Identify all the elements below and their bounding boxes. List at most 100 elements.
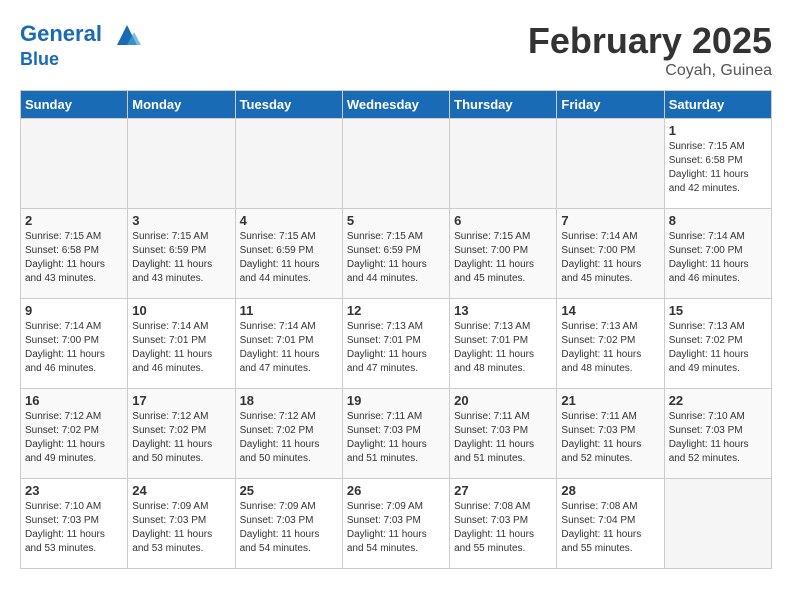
day-number: 23 xyxy=(25,483,123,498)
day-number: 24 xyxy=(132,483,230,498)
day-info: Sunrise: 7:13 AMSunset: 7:02 PMDaylight:… xyxy=(561,320,659,376)
calendar-header-saturday: Saturday xyxy=(664,91,771,119)
calendar-week-row: 23 Sunrise: 7:10 AMSunset: 7:03 PMDayligh… xyxy=(21,479,772,569)
calendar-cell: 18 Sunrise: 7:12 AMSunset: 7:02 PMDayligh… xyxy=(235,389,342,479)
day-number: 8 xyxy=(669,213,767,228)
day-number: 9 xyxy=(25,303,123,318)
logo-icon xyxy=(112,20,142,50)
day-number: 18 xyxy=(240,393,338,408)
calendar-week-row: 1 Sunrise: 7:15 AMSunset: 6:58 PMDaylight… xyxy=(21,119,772,209)
calendar-cell xyxy=(342,119,449,209)
calendar-cell xyxy=(21,119,128,209)
logo: General Blue xyxy=(20,20,142,70)
day-info: Sunrise: 7:09 AMSunset: 7:03 PMDaylight:… xyxy=(347,500,445,556)
calendar-header-wednesday: Wednesday xyxy=(342,91,449,119)
calendar-cell: 15 Sunrise: 7:13 AMSunset: 7:02 PMDayligh… xyxy=(664,299,771,389)
day-info: Sunrise: 7:14 AMSunset: 7:01 PMDaylight:… xyxy=(132,320,230,376)
day-info: Sunrise: 7:11 AMSunset: 7:03 PMDaylight:… xyxy=(347,410,445,466)
day-info: Sunrise: 7:15 AMSunset: 6:59 PMDaylight:… xyxy=(347,230,445,286)
calendar-cell: 3 Sunrise: 7:15 AMSunset: 6:59 PMDaylight… xyxy=(128,209,235,299)
day-number: 27 xyxy=(454,483,552,498)
day-info: Sunrise: 7:12 AMSunset: 7:02 PMDaylight:… xyxy=(25,410,123,466)
day-number: 17 xyxy=(132,393,230,408)
title-block: February 2025 Coyah, Guinea xyxy=(528,20,772,80)
day-info: Sunrise: 7:10 AMSunset: 7:03 PMDaylight:… xyxy=(25,500,123,556)
subtitle: Coyah, Guinea xyxy=(528,62,772,80)
day-info: Sunrise: 7:14 AMSunset: 7:00 PMDaylight:… xyxy=(25,320,123,376)
day-info: Sunrise: 7:15 AMSunset: 7:00 PMDaylight:… xyxy=(454,230,552,286)
day-number: 19 xyxy=(347,393,445,408)
day-number: 13 xyxy=(454,303,552,318)
day-number: 1 xyxy=(669,123,767,138)
calendar-cell: 28 Sunrise: 7:08 AMSunset: 7:04 PMDayligh… xyxy=(557,479,664,569)
calendar-cell: 23 Sunrise: 7:10 AMSunset: 7:03 PMDayligh… xyxy=(21,479,128,569)
day-number: 7 xyxy=(561,213,659,228)
calendar-cell xyxy=(450,119,557,209)
calendar-cell: 6 Sunrise: 7:15 AMSunset: 7:00 PMDaylight… xyxy=(450,209,557,299)
calendar-header-tuesday: Tuesday xyxy=(235,91,342,119)
calendar-cell xyxy=(128,119,235,209)
calendar-cell: 12Sunrise: 7:13 AMSunset: 7:01 PMDayligh… xyxy=(342,299,449,389)
calendar-cell xyxy=(664,479,771,569)
day-number: 2 xyxy=(25,213,123,228)
calendar-week-row: 9 Sunrise: 7:14 AMSunset: 7:00 PMDaylight… xyxy=(21,299,772,389)
main-title: February 2025 xyxy=(528,20,772,62)
day-number: 3 xyxy=(132,213,230,228)
day-info: Sunrise: 7:12 AMSunset: 7:02 PMDaylight:… xyxy=(240,410,338,466)
day-info: Sunrise: 7:09 AMSunset: 7:03 PMDaylight:… xyxy=(132,500,230,556)
day-info: Sunrise: 7:12 AMSunset: 7:02 PMDaylight:… xyxy=(132,410,230,466)
day-number: 5 xyxy=(347,213,445,228)
logo-text: General xyxy=(20,20,142,50)
day-info: Sunrise: 7:14 AMSunset: 7:00 PMDaylight:… xyxy=(669,230,767,286)
day-number: 14 xyxy=(561,303,659,318)
day-number: 22 xyxy=(669,393,767,408)
day-number: 11 xyxy=(240,303,338,318)
day-info: Sunrise: 7:08 AMSunset: 7:04 PMDaylight:… xyxy=(561,500,659,556)
day-number: 6 xyxy=(454,213,552,228)
calendar-header-monday: Monday xyxy=(128,91,235,119)
logo-blue: Blue xyxy=(20,50,142,70)
day-number: 28 xyxy=(561,483,659,498)
day-number: 15 xyxy=(669,303,767,318)
calendar-cell: 10 Sunrise: 7:14 AMSunset: 7:01 PMDayligh… xyxy=(128,299,235,389)
day-info: Sunrise: 7:15 AMSunset: 6:58 PMDaylight:… xyxy=(669,140,767,196)
day-number: 21 xyxy=(561,393,659,408)
logo-general: General xyxy=(20,21,102,46)
calendar-header-sunday: Sunday xyxy=(21,91,128,119)
day-info: Sunrise: 7:13 AMSunset: 7:02 PMDaylight:… xyxy=(669,320,767,376)
calendar-cell xyxy=(557,119,664,209)
day-info: Sunrise: 7:11 AMSunset: 7:03 PMDaylight:… xyxy=(561,410,659,466)
calendar-cell: 2Sunrise: 7:15 AMSunset: 6:58 PMDaylight… xyxy=(21,209,128,299)
calendar-cell: 22 Sunrise: 7:10 AMSunset: 7:03 PMDayligh… xyxy=(664,389,771,479)
page-header: General Blue February 2025 Coyah, Guinea xyxy=(20,20,772,80)
calendar-cell: 17 Sunrise: 7:12 AMSunset: 7:02 PMDayligh… xyxy=(128,389,235,479)
day-number: 26 xyxy=(347,483,445,498)
calendar-header-row: SundayMondayTuesdayWednesdayThursdayFrid… xyxy=(21,91,772,119)
calendar-cell: 16Sunrise: 7:12 AMSunset: 7:02 PMDayligh… xyxy=(21,389,128,479)
day-info: Sunrise: 7:14 AMSunset: 7:00 PMDaylight:… xyxy=(561,230,659,286)
calendar-cell xyxy=(235,119,342,209)
day-info: Sunrise: 7:10 AMSunset: 7:03 PMDaylight:… xyxy=(669,410,767,466)
day-info: Sunrise: 7:15 AMSunset: 6:59 PMDaylight:… xyxy=(240,230,338,286)
calendar-cell: 7 Sunrise: 7:14 AMSunset: 7:00 PMDaylight… xyxy=(557,209,664,299)
calendar-cell: 1 Sunrise: 7:15 AMSunset: 6:58 PMDaylight… xyxy=(664,119,771,209)
calendar-cell: 11 Sunrise: 7:14 AMSunset: 7:01 PMDayligh… xyxy=(235,299,342,389)
calendar-cell: 8 Sunrise: 7:14 AMSunset: 7:00 PMDaylight… xyxy=(664,209,771,299)
calendar-cell: 13Sunrise: 7:13 AMSunset: 7:01 PMDayligh… xyxy=(450,299,557,389)
calendar-cell: 19 Sunrise: 7:11 AMSunset: 7:03 PMDayligh… xyxy=(342,389,449,479)
calendar-cell: 4 Sunrise: 7:15 AMSunset: 6:59 PMDaylight… xyxy=(235,209,342,299)
calendar-cell: 14 Sunrise: 7:13 AMSunset: 7:02 PMDayligh… xyxy=(557,299,664,389)
calendar-cell: 25Sunrise: 7:09 AMSunset: 7:03 PMDayligh… xyxy=(235,479,342,569)
day-number: 12 xyxy=(347,303,445,318)
day-info: Sunrise: 7:14 AMSunset: 7:01 PMDaylight:… xyxy=(240,320,338,376)
calendar-header-thursday: Thursday xyxy=(450,91,557,119)
day-number: 4 xyxy=(240,213,338,228)
calendar-cell: 9 Sunrise: 7:14 AMSunset: 7:00 PMDaylight… xyxy=(21,299,128,389)
day-number: 10 xyxy=(132,303,230,318)
day-info: Sunrise: 7:08 AMSunset: 7:03 PMDaylight:… xyxy=(454,500,552,556)
calendar-cell: 21 Sunrise: 7:11 AMSunset: 7:03 PMDayligh… xyxy=(557,389,664,479)
day-number: 25 xyxy=(240,483,338,498)
calendar-cell: 27 Sunrise: 7:08 AMSunset: 7:03 PMDayligh… xyxy=(450,479,557,569)
calendar-week-row: 2Sunrise: 7:15 AMSunset: 6:58 PMDaylight… xyxy=(21,209,772,299)
day-info: Sunrise: 7:15 AMSunset: 6:59 PMDaylight:… xyxy=(132,230,230,286)
